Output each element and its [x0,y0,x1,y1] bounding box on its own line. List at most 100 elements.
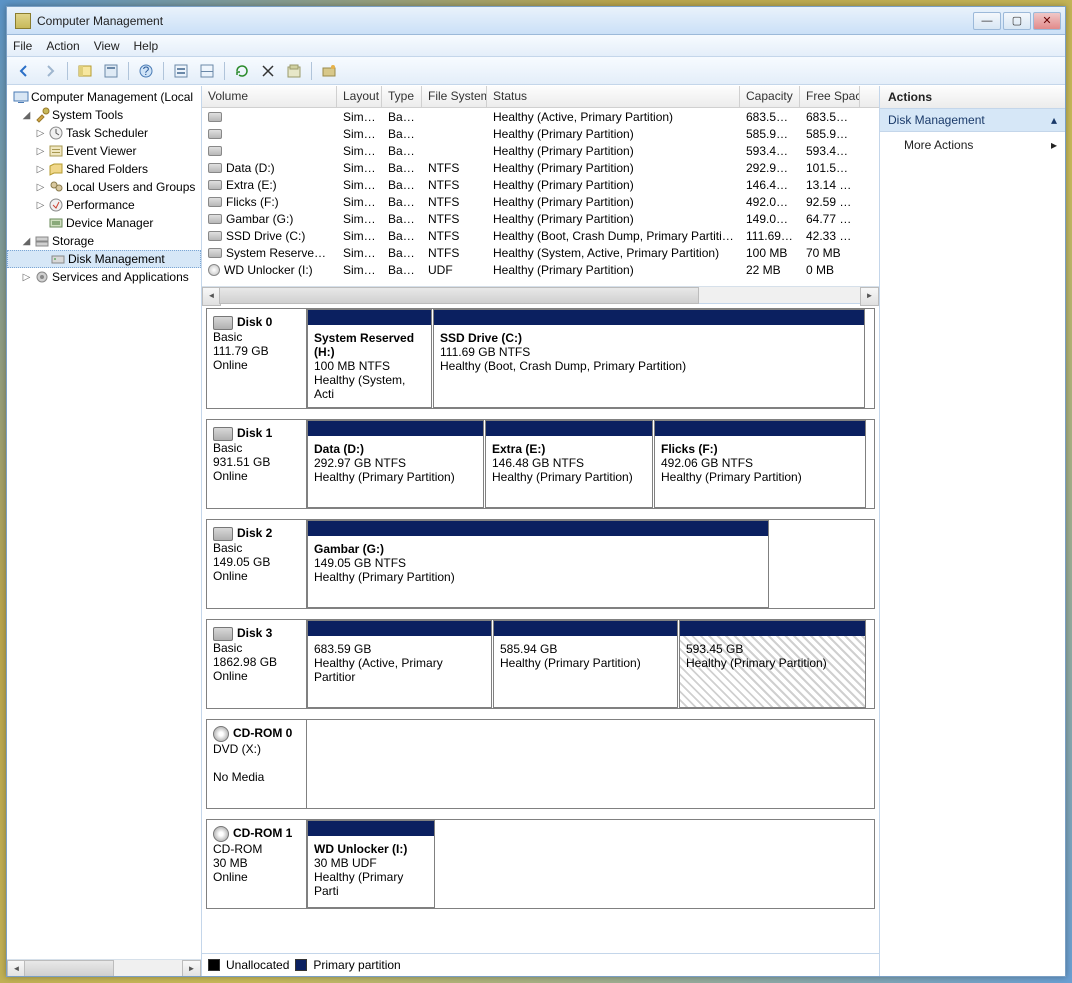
disk-block[interactable]: Disk 3Basic1862.98 GBOnline683.59 GBHeal… [206,619,875,709]
partition[interactable]: 683.59 GBHealthy (Active, Primary Partit… [307,620,492,708]
tree-disk-management[interactable]: Disk Management [7,250,201,268]
expand-caret-icon[interactable]: ▷ [21,272,32,283]
titlebar[interactable]: Computer Management — ▢ ✕ [7,7,1065,35]
volume-row[interactable]: SimpleBasicHealthy (Active, Primary Part… [202,108,879,125]
tree-root[interactable]: Computer Management (Local [7,88,201,106]
disk-partitions [307,720,874,808]
volume-name [202,144,337,158]
column-header-volume[interactable]: Volume [202,86,337,107]
menu-view[interactable]: View [94,39,120,53]
volume-list: VolumeLayoutTypeFile SystemStatusCapacit… [202,86,879,304]
volume-cell: Healthy (Primary Partition) [487,212,740,226]
window-title: Computer Management [37,14,973,28]
disk-block[interactable]: CD-ROM 1CD-ROM30 MBOnlineWD Unlocker (I:… [206,819,875,909]
expand-caret-icon[interactable]: ▷ [35,182,46,193]
volume-cell: Basic [382,246,422,260]
help-button[interactable]: ? [135,60,157,82]
volume-cell: NTFS [422,195,487,209]
collapse-caret-icon[interactable]: ◢ [21,110,32,121]
tree-storage[interactable]: ◢ Storage [7,232,201,250]
toolbar-button-4[interactable] [318,60,340,82]
volume-row[interactable]: WD Unlocker (I:)SimpleBasicUDFHealthy (P… [202,261,879,278]
tree-local-users-and-groups[interactable]: ▷Local Users and Groups [7,178,201,196]
tree-system-tools[interactable]: ◢ System Tools [7,106,201,124]
toolbar-button-1[interactable] [170,60,192,82]
disk-block[interactable]: Disk 2Basic149.05 GBOnlineGambar (G:)149… [206,519,875,609]
volume-cell: 64.77 GB [800,212,860,226]
tree-services[interactable]: ▷ Services and Applications [7,268,201,286]
partition[interactable]: Flicks (F:)492.06 GB NTFSHealthy (Primar… [654,420,866,508]
toolbar-button-2[interactable] [196,60,218,82]
disk-block[interactable]: CD-ROM 0DVD (X:)No Media [206,719,875,809]
volume-row[interactable]: System Reserved (H:)SimpleBasicNTFSHealt… [202,244,879,261]
drive-icon [208,163,222,173]
disk-partitions: 683.59 GBHealthy (Active, Primary Partit… [307,620,874,708]
legend: Unallocated Primary partition [202,953,879,976]
close-button[interactable]: ✕ [1033,12,1061,30]
volume-row[interactable]: Extra (E:)SimpleBasicNTFSHealthy (Primar… [202,176,879,193]
volume-cell: 146.48 GB [740,178,800,192]
menu-action[interactable]: Action [46,39,79,53]
minimize-button[interactable]: — [973,12,1001,30]
partition[interactable]: 585.94 GBHealthy (Primary Partition) [493,620,678,708]
properties-button[interactable] [100,60,122,82]
volume-name [202,127,337,141]
column-header-free-space[interactable]: Free Space [800,86,860,107]
delete-button[interactable] [257,60,279,82]
column-header-file-system[interactable]: File System [422,86,487,107]
menu-file[interactable]: File [13,39,32,53]
volume-row[interactable]: Data (D:)SimpleBasicNTFSHealthy (Primary… [202,159,879,176]
volume-horizontal-scrollbar[interactable] [202,286,879,303]
volume-row[interactable]: SimpleBasicHealthy (Primary Partition)59… [202,142,879,159]
disk-block[interactable]: Disk 1Basic931.51 GBOnlineData (D:)292.9… [206,419,875,509]
tree-event-viewer[interactable]: ▷Event Viewer [7,142,201,160]
menubar: File Action View Help [7,35,1065,57]
expand-caret-icon[interactable]: ▷ [35,164,46,175]
volume-cell: Basic [382,161,422,175]
column-header-capacity[interactable]: Capacity [740,86,800,107]
expand-caret-icon[interactable]: ▷ [35,200,46,211]
tree-horizontal-scrollbar[interactable] [7,959,201,976]
volume-cell: Simple [337,161,382,175]
volume-cell: 22 MB [740,263,800,277]
disk-partitions: Data (D:)292.97 GB NTFSHealthy (Primary … [307,420,874,508]
column-header-layout[interactable]: Layout [337,86,382,107]
drive-icon [208,146,222,156]
partition[interactable]: Extra (E:)146.48 GB NTFSHealthy (Primary… [485,420,653,508]
partition[interactable]: System Reserved (H:)100 MB NTFSHealthy (… [307,309,432,408]
back-button[interactable] [13,60,35,82]
toolbar: ? [7,57,1065,85]
collapse-caret-icon[interactable]: ◢ [21,236,32,247]
column-header-status[interactable]: Status [487,86,740,107]
tree-task-scheduler[interactable]: ▷Task Scheduler [7,124,201,142]
expand-caret-icon[interactable]: ▷ [35,146,46,157]
maximize-button[interactable]: ▢ [1003,12,1031,30]
volume-name: Flicks (F:) [202,195,337,209]
menu-help[interactable]: Help [134,39,159,53]
volume-row[interactable]: Gambar (G:)SimpleBasicNTFSHealthy (Prima… [202,210,879,227]
volume-row[interactable]: SSD Drive (C:)SimpleBasicNTFSHealthy (Bo… [202,227,879,244]
toolbar-button-3[interactable] [283,60,305,82]
partition[interactable]: 593.45 GBHealthy (Primary Partition) [679,620,866,708]
volume-row[interactable]: SimpleBasicHealthy (Primary Partition)58… [202,125,879,142]
volume-cell: 683.59 GB [800,110,860,124]
legend-unallocated-swatch [208,959,220,971]
partition-type-bar [655,421,865,436]
disk-block[interactable]: Disk 0Basic111.79 GBOnlineSystem Reserve… [206,308,875,409]
tree-shared-folders[interactable]: ▷Shared Folders [7,160,201,178]
tree-device-manager[interactable]: ▷Device Manager [7,214,201,232]
forward-button[interactable] [39,60,61,82]
show-hide-tree-button[interactable] [74,60,96,82]
volume-row[interactable]: Flicks (F:)SimpleBasicNTFSHealthy (Prima… [202,193,879,210]
expand-caret-icon[interactable]: ▷ [35,128,46,139]
volume-cell: 70 MB [800,246,860,260]
partition[interactable]: SSD Drive (C:)111.69 GB NTFSHealthy (Boo… [433,309,865,408]
refresh-button[interactable] [231,60,253,82]
column-header-type[interactable]: Type [382,86,422,107]
partition[interactable]: Gambar (G:)149.05 GB NTFSHealthy (Primar… [307,520,769,608]
tree-performance[interactable]: ▷Performance [7,196,201,214]
partition[interactable]: Data (D:)292.97 GB NTFSHealthy (Primary … [307,420,484,508]
actions-section[interactable]: Disk Management ▴ [880,109,1065,132]
actions-more[interactable]: More Actions ▸ [880,132,1065,158]
partition[interactable]: WD Unlocker (I:)30 MB UDFHealthy (Primar… [307,820,435,908]
